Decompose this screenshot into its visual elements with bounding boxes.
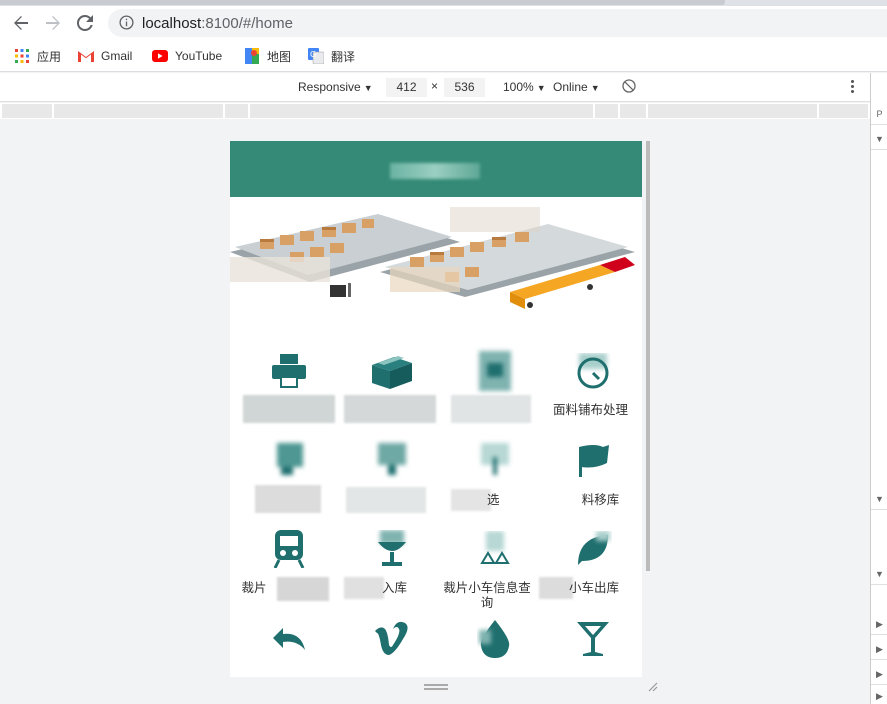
bookmark-label: YouTube	[175, 49, 223, 63]
bookmark-apps[interactable]: 应用	[14, 48, 61, 64]
menu-label: 裁片小车信息查询	[443, 581, 531, 610]
recycle-icon	[475, 529, 515, 569]
shelf-up-icon	[372, 441, 412, 481]
menu-item-vimeo[interactable]	[338, 619, 441, 677]
app-header	[230, 141, 642, 197]
forward-arrow-icon[interactable]	[41, 11, 65, 35]
menu-item-cart-out[interactable]: 小车出库	[539, 529, 642, 615]
more-options-icon[interactable]	[849, 80, 855, 96]
bookmark-maps[interactable]: 地图	[244, 48, 291, 64]
url-text: localhost:8100/#/home	[142, 15, 293, 32]
redacted-label	[539, 577, 573, 599]
menu-item-filter[interactable]: 选	[441, 441, 544, 527]
undo-icon	[269, 619, 309, 659]
tool-icon	[269, 441, 309, 481]
site-info-icon[interactable]	[119, 15, 134, 33]
dimension-separator: ×	[431, 79, 439, 93]
warehouse-banner-image	[230, 197, 642, 317]
bookmark-label: 应用	[37, 49, 62, 64]
device-toolbar: Responsive ▼ 412 × 536 100% ▼ Online ▼	[0, 73, 870, 102]
bookmark-youtube[interactable]: YouTube	[152, 48, 222, 64]
bookmark-gmail[interactable]: Gmail	[78, 48, 132, 64]
redacted-label	[346, 487, 426, 513]
drop-icon	[475, 619, 515, 659]
bookmark-label: 地图	[267, 49, 292, 64]
device-viewport: 面料铺布处理 选 料移库 裁片 入库 裁片小车信息查询 小车出库	[230, 141, 642, 677]
redacted-label	[344, 577, 384, 599]
bookmarks-bar: 应用 Gmail YouTube 地图 G 翻译	[0, 40, 887, 72]
box-icon	[372, 351, 412, 391]
redacted-label	[451, 395, 531, 423]
menu-label: 料移库	[581, 493, 620, 507]
apps-grid-icon	[14, 48, 30, 64]
menu-item-train[interactable]: 裁片	[235, 529, 338, 615]
menu-label: 小车出库	[569, 581, 620, 595]
youtube-icon	[152, 48, 168, 64]
flag-icon	[573, 441, 613, 481]
menu-item-trophy[interactable]: 入库	[338, 529, 441, 615]
translate-icon: G	[308, 48, 324, 64]
menu-item-cart-query[interactable]: 裁片小车信息查询	[441, 529, 544, 615]
menu-item-spreading[interactable]: 面料铺布处理	[539, 351, 642, 437]
maps-icon	[244, 48, 260, 64]
reload-icon[interactable]	[73, 11, 97, 35]
menu-item-move-stock[interactable]: 料移库	[539, 441, 642, 527]
leaf-icon	[573, 529, 613, 569]
bookmark-label: 翻译	[331, 49, 356, 64]
menu-item-printer[interactable]	[235, 351, 338, 437]
menu-item-drop[interactable]	[441, 619, 544, 677]
page-title-redacted	[390, 163, 480, 179]
address-bar[interactable]: localhost:8100/#/home	[108, 9, 887, 37]
menu-item-shelf-up[interactable]	[338, 441, 441, 527]
menu-item-cocktail[interactable]	[539, 619, 642, 677]
menu-item-box[interactable]	[338, 351, 441, 437]
redacted-label	[243, 395, 335, 423]
menu-item-document[interactable]	[441, 351, 544, 437]
cocktail-icon	[573, 619, 613, 659]
devtools-panel-edge: P ▼ ▼ ▼ ▶ ▶ ▶ ▶	[870, 73, 887, 704]
redacted-label	[255, 485, 321, 513]
menu-label: 选	[487, 493, 500, 507]
back-arrow-icon[interactable]	[9, 11, 33, 35]
throttle-select[interactable]: Online ▼	[553, 80, 600, 94]
redacted-label	[451, 489, 491, 511]
media-query-ruler	[0, 103, 870, 119]
vimeo-icon	[372, 619, 412, 659]
menu-label: 裁片	[241, 581, 267, 595]
resize-corner-icon[interactable]	[646, 680, 658, 695]
menu-item-undo[interactable]	[235, 619, 338, 677]
resize-handle-bottom[interactable]	[424, 684, 448, 690]
redacted-label	[277, 577, 329, 601]
browser-toolbar: localhost:8100/#/home	[0, 6, 887, 40]
train-icon	[269, 529, 309, 569]
printer-icon	[269, 351, 309, 391]
bookmark-translate[interactable]: G 翻译	[308, 48, 355, 64]
menu-label: 入库	[382, 581, 408, 595]
rotate-icon[interactable]	[622, 79, 636, 96]
zoom-select[interactable]: 100% ▼	[503, 80, 546, 94]
svg-text:G: G	[310, 50, 316, 59]
menu-item-tool[interactable]	[235, 441, 338, 527]
document-icon	[475, 351, 515, 391]
device-select[interactable]: Responsive ▼	[298, 80, 373, 94]
viewport-scrollbar[interactable]	[644, 141, 654, 677]
gmail-icon	[78, 48, 94, 64]
menu-label: 面料铺布处理	[552, 403, 628, 417]
trophy-icon	[372, 529, 412, 569]
redacted-label	[344, 395, 436, 423]
height-input[interactable]: 536	[444, 78, 485, 97]
clock-icon	[573, 351, 613, 391]
bookmark-label: Gmail	[101, 49, 133, 63]
width-input[interactable]: 412	[386, 78, 427, 97]
filter-icon	[475, 441, 515, 481]
